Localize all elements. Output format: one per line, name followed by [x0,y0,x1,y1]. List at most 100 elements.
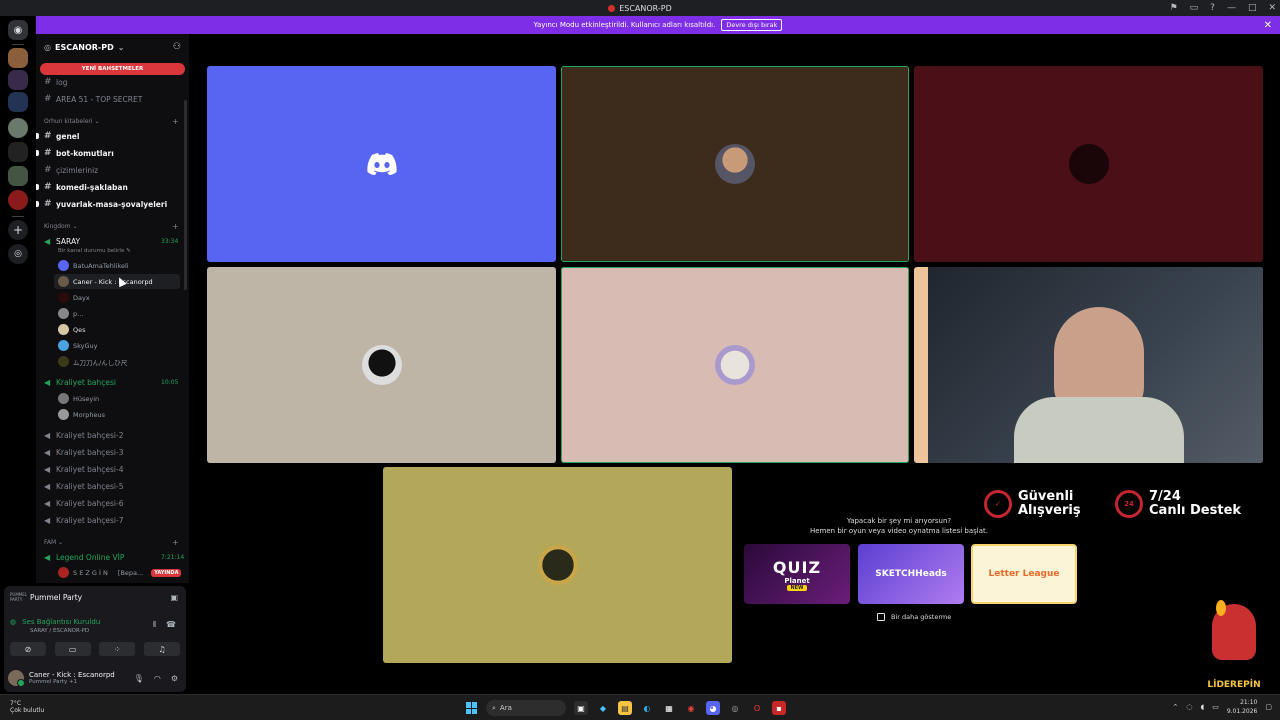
voice-channel[interactable]: ◀ Kraliyet bahçesi-6 [44,495,123,511]
add-channel-icon[interactable]: + [172,117,179,126]
minimize-button[interactable]: — [1227,3,1236,13]
voice-connected-status[interactable]: ◍ Ses Bağlantısı Kuruldu [10,618,100,626]
store-icon[interactable]: ▦ [662,701,676,715]
pin-icon[interactable]: ⚑ [1170,3,1178,13]
discord-icon[interactable]: ◕ [706,701,720,715]
webcam-tile[interactable] [914,267,1263,463]
game-card-quiz[interactable]: QUIZ Planet NEW [744,544,850,604]
discord-home-icon[interactable]: ◉ [8,20,28,40]
close-icon[interactable]: ✕ [1264,20,1272,31]
game-card-letter-league[interactable]: Letter League [971,544,1077,604]
participant-tile[interactable] [207,267,556,463]
activity-settings-icon[interactable]: ▣ [170,593,178,602]
add-server-icon[interactable]: + [8,220,28,240]
noise-suppression-icon[interactable]: ⫴ [153,620,156,630]
notification-icon[interactable]: ▢ [1265,703,1272,711]
screen-share-button[interactable]: ▭ [54,642,91,656]
disable-streamer-mode-button[interactable]: Devre dışı bırak [721,19,783,31]
guild-header[interactable]: ◎ ESCANOR-PD ⌄ ⚇ [36,34,189,60]
voice-user[interactable]: p... [58,306,83,321]
dont-show-again[interactable]: Bir daha gösterme [877,613,951,621]
voice-user-live[interactable]: S E Z G İ N [Bepa... YAYINDA [58,565,182,580]
file-explorer-icon[interactable]: ▤ [618,701,632,715]
category-fam[interactable]: FAM ⌄ + [44,538,179,547]
checkbox[interactable] [877,613,885,621]
chevron-up-icon[interactable]: ⌃ [1173,703,1179,711]
set-channel-status[interactable]: Bir kanal durumu belirle ✎ [58,248,131,254]
windows-start-icon[interactable] [466,702,478,714]
voice-channel-path[interactable]: SARAY / ESCANOR-PD [30,628,89,634]
monitor-icon[interactable]: ▭ [1190,3,1199,13]
server-icon[interactable] [8,70,28,90]
server-icon[interactable] [8,142,28,162]
gear-icon[interactable]: ⚙ [171,674,178,683]
headphones-icon[interactable]: ◠ [154,674,161,683]
taskbar-search[interactable]: ⌕ Ara [486,700,566,716]
participant-tile[interactable] [914,66,1263,262]
voice-user[interactable]: Hüseyin [58,391,99,406]
close-window-button[interactable]: ✕ [1268,3,1276,13]
voice-channel-legend[interactable]: ◀ Legend Online VİP 7:21:14 [44,549,184,565]
avatar[interactable] [8,670,25,687]
server-icon[interactable] [8,166,28,186]
voice-user[interactable]: Morpheus [58,407,105,422]
server-icon[interactable] [8,48,28,68]
voice-channel-kraliyet[interactable]: ◀ Kraliyet bahçesi 10:05 [44,374,178,390]
channel-genel[interactable]: # genel [36,128,79,144]
channel-yuvarlak-masa[interactable]: # yuvarlak-masa-şovalyeleri [36,196,167,212]
activities-button[interactable]: ⁘ [99,642,136,656]
help-icon[interactable]: ? [1210,3,1215,13]
voice-user[interactable]: Qes [58,322,86,337]
battery-icon[interactable]: ▭ [1212,703,1219,711]
server-icon[interactable] [8,118,28,138]
discover-icon[interactable]: ◎ [8,244,28,264]
channel-area51[interactable]: # AREA 51 - TOP SECRET [44,91,142,107]
channel-cizimleriniz[interactable]: # çizimleriniz [44,162,98,178]
edge-icon[interactable]: ◐ [640,701,654,715]
channel-bot-komutlari[interactable]: # bot-komutları [36,145,114,161]
chrome-icon[interactable]: ◉ [684,701,698,715]
game-card-sketchheads[interactable]: SKETCHHeads [858,544,964,604]
voice-user[interactable]: ム刀刀ん/ん乚ひ尺 [58,354,127,369]
steam-icon[interactable]: ◎ [728,701,742,715]
disconnect-icon[interactable]: ☎ [166,620,176,630]
network-icon[interactable]: ◌ [1186,703,1192,711]
obs-icon[interactable]: ▪ [772,701,786,715]
maximize-button[interactable]: □ [1248,3,1257,13]
server-icon-active[interactable] [8,190,28,210]
voice-channel[interactable]: ◀ Kraliyet bahçesi-5 [44,478,123,494]
task-view-icon[interactable]: ▣ [574,701,588,715]
channel-komedi-saklaban[interactable]: # komedi-şaklaban [36,179,128,195]
channel-log[interactable]: # log [44,74,67,90]
activity-row[interactable]: PUMMEL PARTY Pummel Party [10,592,82,602]
add-channel-icon[interactable]: + [172,538,179,547]
opera-icon[interactable]: O [750,701,764,715]
weather-widget[interactable]: 7°C Çok bulutlu [10,700,44,714]
soundboard-button[interactable]: ♫ [143,642,180,656]
server-icon[interactable] [8,92,28,112]
account-names[interactable]: Caner - Kick : Escanorpd Pummel Party +1 [29,671,115,685]
participant-tile-speaking[interactable] [561,267,909,463]
copilot-icon[interactable]: ◆ [596,701,610,715]
invite-people-icon[interactable]: ⚇ [173,42,181,52]
category-orhun[interactable]: Orhun kitabeleri ⌄ + [44,117,179,126]
voice-user[interactable]: SkyGuy [58,338,98,353]
sidebar-scrollbar[interactable] [184,100,187,290]
voice-channel[interactable]: ◀ Kraliyet bahçesi-3 [44,444,123,460]
voice-channel[interactable]: ◀ Kraliyet bahçesi-7 [44,512,123,528]
participant-tile[interactable] [207,66,556,262]
participant-tile-speaking[interactable] [561,66,909,262]
voice-channel-saray[interactable]: ◀ SARAY 33:34 [44,233,178,249]
volume-icon[interactable]: ◖ [1201,703,1205,711]
voice-user[interactable]: BatuAmaTehlikeli [58,258,129,273]
voice-user[interactable]: Dayx [58,290,90,305]
clock[interactable]: 21:10 9.01.2026 [1227,698,1258,716]
category-kingdom[interactable]: Kingdom ⌄ + [44,222,179,231]
voice-channel[interactable]: ◀ Kraliyet bahçesi-4 [44,461,123,477]
voice-channel[interactable]: ◀ Kraliyet bahçesi-2 [44,427,123,443]
microphone-icon[interactable]: 🎙 [134,674,144,683]
camera-off-button[interactable]: ⊘ [10,642,46,656]
avatar [58,393,69,404]
participant-tile[interactable] [383,467,732,663]
add-channel-icon[interactable]: + [172,222,179,231]
